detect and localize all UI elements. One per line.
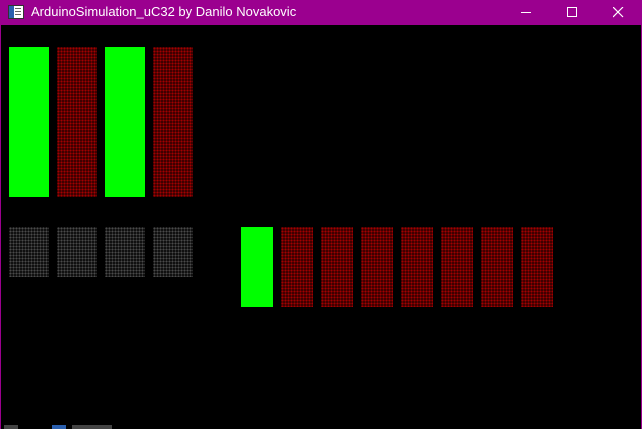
title-bar[interactable]: ArduinoSimulation_uC32 by Danilo Novakov… [0, 0, 642, 25]
switch-2[interactable] [57, 227, 97, 277]
minimize-icon [521, 12, 531, 13]
bottom-led-3 [321, 227, 353, 307]
bottom-led-7 [481, 227, 513, 307]
switch-4[interactable] [153, 227, 193, 277]
bottom-led-2 [281, 227, 313, 307]
top-led-3 [105, 47, 145, 197]
switch-3[interactable] [105, 227, 145, 277]
close-icon [613, 7, 624, 18]
taskbar-peek [0, 425, 120, 429]
top-led-2 [57, 47, 97, 197]
bottom-led-1 [241, 227, 273, 307]
app-window-icon [8, 5, 24, 19]
bottom-led-4 [361, 227, 393, 307]
bottom-led-6 [441, 227, 473, 307]
top-led-4 [153, 47, 193, 197]
maximize-button[interactable] [549, 0, 595, 25]
switch-1[interactable] [9, 227, 49, 277]
top-led-1 [9, 47, 49, 197]
bottom-led-5 [401, 227, 433, 307]
bottom-led-8 [521, 227, 553, 307]
maximize-icon [567, 7, 577, 17]
minimize-button[interactable] [503, 0, 549, 25]
window-title: ArduinoSimulation_uC32 by Danilo Novakov… [31, 4, 297, 19]
app-window: ArduinoSimulation_uC32 by Danilo Novakov… [0, 0, 642, 429]
window-border-left [0, 25, 1, 429]
close-button[interactable] [595, 0, 641, 25]
